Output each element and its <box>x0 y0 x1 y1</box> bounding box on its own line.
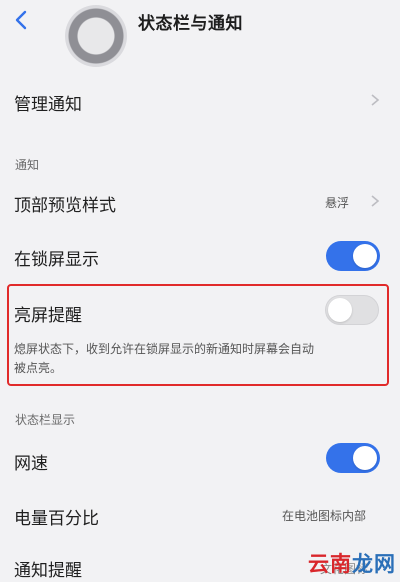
chevron-right-icon <box>371 195 380 207</box>
screen-wake-toggle[interactable] <box>325 295 379 325</box>
chevron-right-icon <box>371 94 380 106</box>
toggle-knob <box>353 446 377 470</box>
screen-wake-label: 亮屏提醒 <box>14 306 82 326</box>
network-speed-label: 网速 <box>14 454 48 474</box>
manage-notifications-row[interactable]: 管理通知 <box>0 78 400 122</box>
toggle-knob <box>353 244 377 268</box>
network-speed-row: 网速 <box>0 440 400 480</box>
screen-wake-description-line2: 被点亮。 <box>14 361 63 375</box>
battery-percent-row[interactable]: 电量百分比 在电池图标内部 <box>0 496 400 536</box>
watermark-blue-text: 龙网 <box>352 552 396 576</box>
page-title: 状态栏与通知 <box>138 14 243 34</box>
top-preview-style-row[interactable]: 顶部预览样式 悬浮 <box>0 182 400 222</box>
lockscreen-show-row: 在锁屏显示 <box>0 236 400 276</box>
network-speed-toggle[interactable] <box>326 443 380 473</box>
top-preview-style-label: 顶部预览样式 <box>14 196 116 216</box>
section-notifications-label: 通知 <box>15 158 40 172</box>
watermark-red-text: 云南 <box>308 552 352 576</box>
screen-wake-description-line1: 熄屏状态下，收到允许在锁屏显示的新通知时屏幕会自动 <box>14 342 315 356</box>
battery-percent-label: 电量百分比 <box>14 509 99 529</box>
ring-icon <box>65 5 127 67</box>
top-preview-style-value: 悬浮 <box>325 196 350 210</box>
screen-wake-row: 亮屏提醒 <box>0 292 400 332</box>
chevron-left-icon[interactable] <box>10 8 34 32</box>
lockscreen-show-toggle[interactable] <box>326 241 380 271</box>
section-status-bar-label: 状态栏显示 <box>15 413 76 427</box>
battery-percent-value: 在电池图标内部 <box>282 509 367 523</box>
lockscreen-show-label: 在锁屏显示 <box>14 250 99 270</box>
manage-notifications-label: 管理通知 <box>14 95 82 115</box>
watermark-logo: 云南龙网 <box>308 548 396 578</box>
notification-alert-label: 通知提醒 <box>14 561 82 581</box>
toggle-knob <box>328 298 352 322</box>
